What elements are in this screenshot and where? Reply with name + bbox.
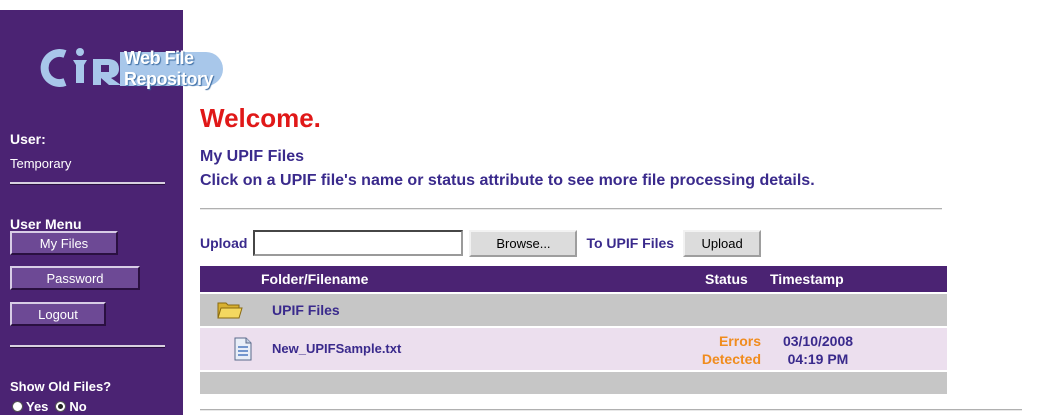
file-name-link[interactable]: New_UPIFSample.txt (272, 341, 401, 356)
upload-button[interactable]: Upload (683, 229, 762, 257)
horizontal-rule (200, 409, 1022, 411)
folder-icon (217, 302, 243, 319)
table-row: New_UPIFSample.txt Errors Detected 03/10… (200, 326, 947, 370)
upload-destination-label: To UPIF Files (586, 235, 675, 251)
folder-name-link[interactable]: UPIF Files (272, 302, 340, 318)
timestamp-time: 04:19 PM (787, 351, 849, 367)
show-old-files-radio-group: Yes No (12, 399, 87, 414)
column-header-filename: Folder/Filename (261, 271, 369, 287)
my-files-button[interactable]: My Files (10, 231, 118, 255)
app-name-pill: Web File Repository (120, 48, 224, 89)
app-name: Web File Repository (124, 48, 214, 89)
upload-file-input[interactable] (253, 230, 464, 256)
table-header: Folder/Filename Status Timestamp (200, 266, 947, 292)
show-old-yes-label: Yes (26, 399, 49, 414)
horizontal-rule (200, 208, 942, 210)
password-button[interactable]: Password (10, 266, 140, 290)
file-status-link[interactable]: Errors Detected (702, 332, 761, 368)
file-table: Folder/Filename Status Timestamp UPIF Fi… (200, 266, 947, 394)
instructions-text: Click on a UPIF file's name or status at… (200, 172, 815, 189)
folder-row[interactable]: UPIF Files (200, 292, 947, 326)
status-line-1: Errors (718, 333, 761, 349)
sidebar-divider (10, 182, 165, 185)
column-header-timestamp: Timestamp (770, 271, 844, 287)
file-timestamp: 03/10/2008 04:19 PM (772, 332, 864, 368)
upload-label: Upload (200, 235, 248, 251)
browse-button[interactable]: Browse... (469, 229, 578, 257)
section-title: My UPIF Files (200, 148, 305, 165)
timestamp-date: 03/10/2008 (782, 333, 854, 349)
status-line-2: Detected (701, 351, 761, 367)
show-old-yes-radio[interactable] (12, 401, 23, 412)
welcome-heading: Welcome. (200, 103, 321, 133)
user-menu-label: User Menu (10, 216, 82, 232)
user-name: Temporary (10, 156, 72, 171)
show-old-no-radio[interactable] (55, 401, 67, 412)
user-label: User: (10, 131, 46, 147)
text-file-icon (234, 337, 252, 361)
show-old-no-label: No (69, 399, 87, 414)
column-header-status: Status (705, 271, 748, 287)
app-logo: Web File Repository (35, 45, 224, 91)
logout-button[interactable]: Logout (10, 302, 106, 326)
table-footer-row (200, 370, 947, 394)
show-old-files-label: Show Old Files? (10, 379, 112, 394)
upload-form: Upload Browse... To UPIF Files Upload (200, 229, 762, 257)
sidebar-divider (10, 345, 165, 348)
